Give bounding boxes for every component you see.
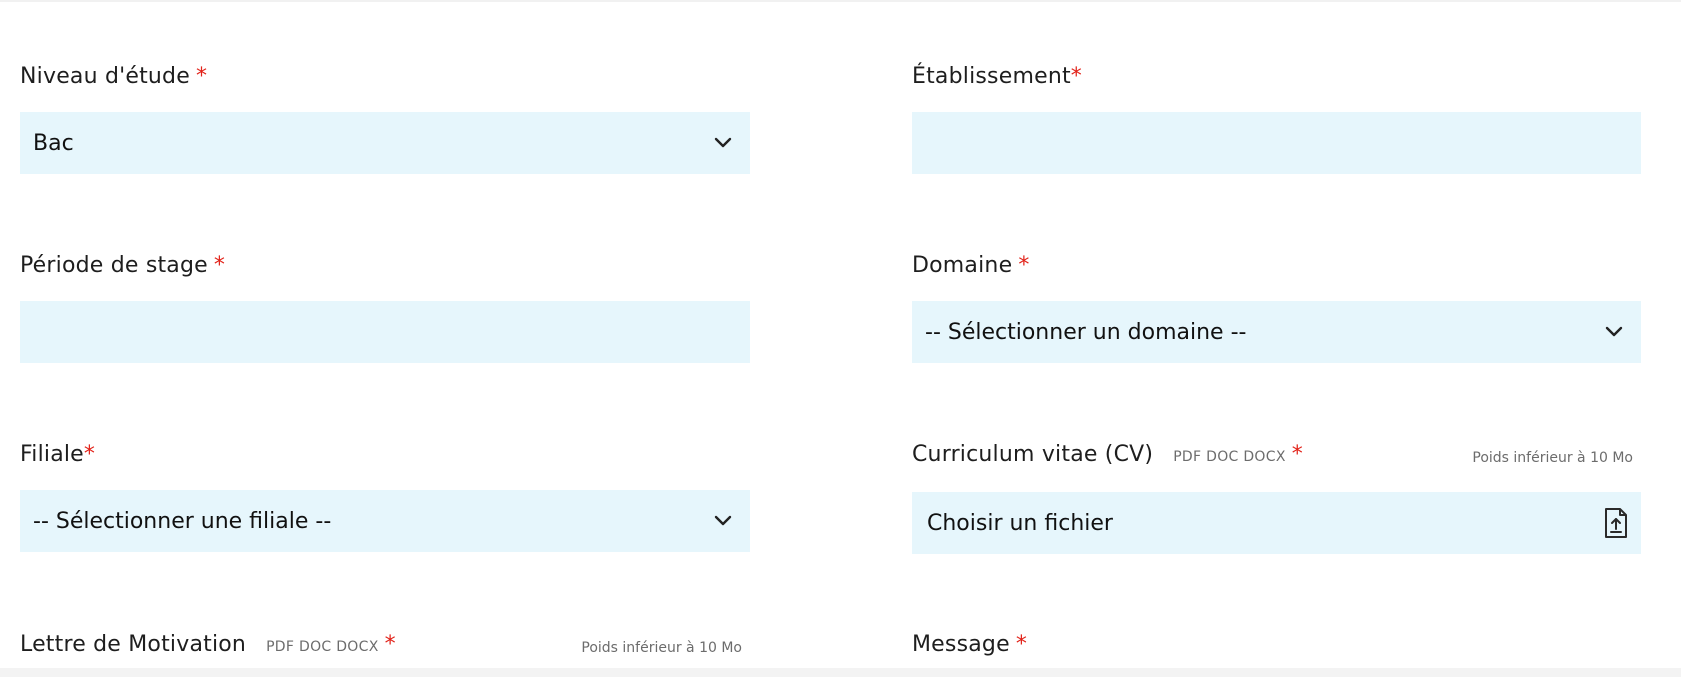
message-label-row: Message * bbox=[912, 632, 1641, 660]
required-marker: * bbox=[195, 64, 207, 89]
filiale-label-row: Filiale * bbox=[20, 442, 750, 470]
niveau-etude-select[interactable]: Bac bbox=[20, 112, 750, 174]
filiale-value: -- Sélectionner une filiale -- bbox=[33, 508, 332, 534]
message-field: Message * bbox=[912, 632, 1641, 660]
required-marker: * bbox=[83, 442, 95, 467]
cv-label: Curriculum vitae (CV) bbox=[912, 442, 1154, 467]
periode-stage-input[interactable] bbox=[20, 301, 750, 363]
etablissement-field: Établissement * bbox=[912, 64, 1641, 174]
chevron-down-icon bbox=[714, 137, 732, 148]
cv-file-input[interactable]: Choisir un fichier bbox=[912, 492, 1641, 554]
required-marker: * bbox=[1070, 64, 1082, 89]
niveau-etude-field: Niveau d'étude * Bac bbox=[20, 64, 750, 174]
etablissement-input[interactable] bbox=[912, 112, 1641, 174]
domaine-value: -- Sélectionner un domaine -- bbox=[925, 319, 1247, 345]
required-marker: * bbox=[213, 253, 225, 278]
required-marker: * bbox=[1291, 442, 1303, 467]
chevron-down-icon bbox=[714, 515, 732, 526]
message-label: Message bbox=[912, 632, 1010, 657]
lettre-motivation-field: Lettre de Motivation PDF DOC DOCX * Poid… bbox=[20, 632, 750, 660]
lettre-motivation-label-row: Lettre de Motivation PDF DOC DOCX * Poid… bbox=[20, 632, 750, 660]
domaine-select[interactable]: -- Sélectionner un domaine -- bbox=[912, 301, 1641, 363]
domaine-label: Domaine bbox=[912, 253, 1013, 278]
filiale-field: Filiale * -- Sélectionner une filiale -- bbox=[20, 442, 750, 552]
domaine-label-row: Domaine * bbox=[912, 253, 1641, 281]
required-marker: * bbox=[1015, 632, 1027, 657]
filiale-select[interactable]: -- Sélectionner une filiale -- bbox=[20, 490, 750, 552]
etablissement-label: Établissement bbox=[912, 64, 1071, 89]
cv-size-limit: Poids inférieur à 10 Mo bbox=[1472, 450, 1633, 466]
periode-stage-label-row: Période de stage * bbox=[20, 253, 750, 281]
domaine-field: Domaine * -- Sélectionner un domaine -- bbox=[912, 253, 1641, 363]
niveau-etude-label-row: Niveau d'étude * bbox=[20, 64, 750, 92]
chevron-down-icon bbox=[1605, 326, 1623, 337]
lettre-motivation-size-limit: Poids inférieur à 10 Mo bbox=[581, 640, 742, 656]
cv-choose-file-label: Choisir un fichier bbox=[927, 510, 1113, 536]
cv-field: Curriculum vitae (CV) PDF DOC DOCX * Poi… bbox=[912, 442, 1641, 554]
cv-formats: PDF DOC DOCX bbox=[1173, 449, 1286, 465]
required-marker: * bbox=[384, 632, 396, 657]
lettre-motivation-label: Lettre de Motivation bbox=[20, 632, 247, 657]
periode-stage-field: Période de stage * bbox=[20, 253, 750, 363]
file-upload-icon bbox=[1605, 508, 1627, 538]
etablissement-label-row: Établissement * bbox=[912, 64, 1641, 92]
periode-stage-label: Période de stage bbox=[20, 253, 208, 278]
niveau-etude-label: Niveau d'étude bbox=[20, 64, 190, 89]
lettre-motivation-formats: PDF DOC DOCX bbox=[266, 639, 379, 655]
filiale-label: Filiale bbox=[20, 442, 84, 467]
page-bottom-edge bbox=[0, 668, 1681, 677]
top-divider bbox=[0, 0, 1681, 2]
niveau-etude-value: Bac bbox=[33, 130, 74, 156]
cv-label-row: Curriculum vitae (CV) PDF DOC DOCX * Poi… bbox=[912, 442, 1641, 470]
required-marker: * bbox=[1018, 253, 1030, 278]
